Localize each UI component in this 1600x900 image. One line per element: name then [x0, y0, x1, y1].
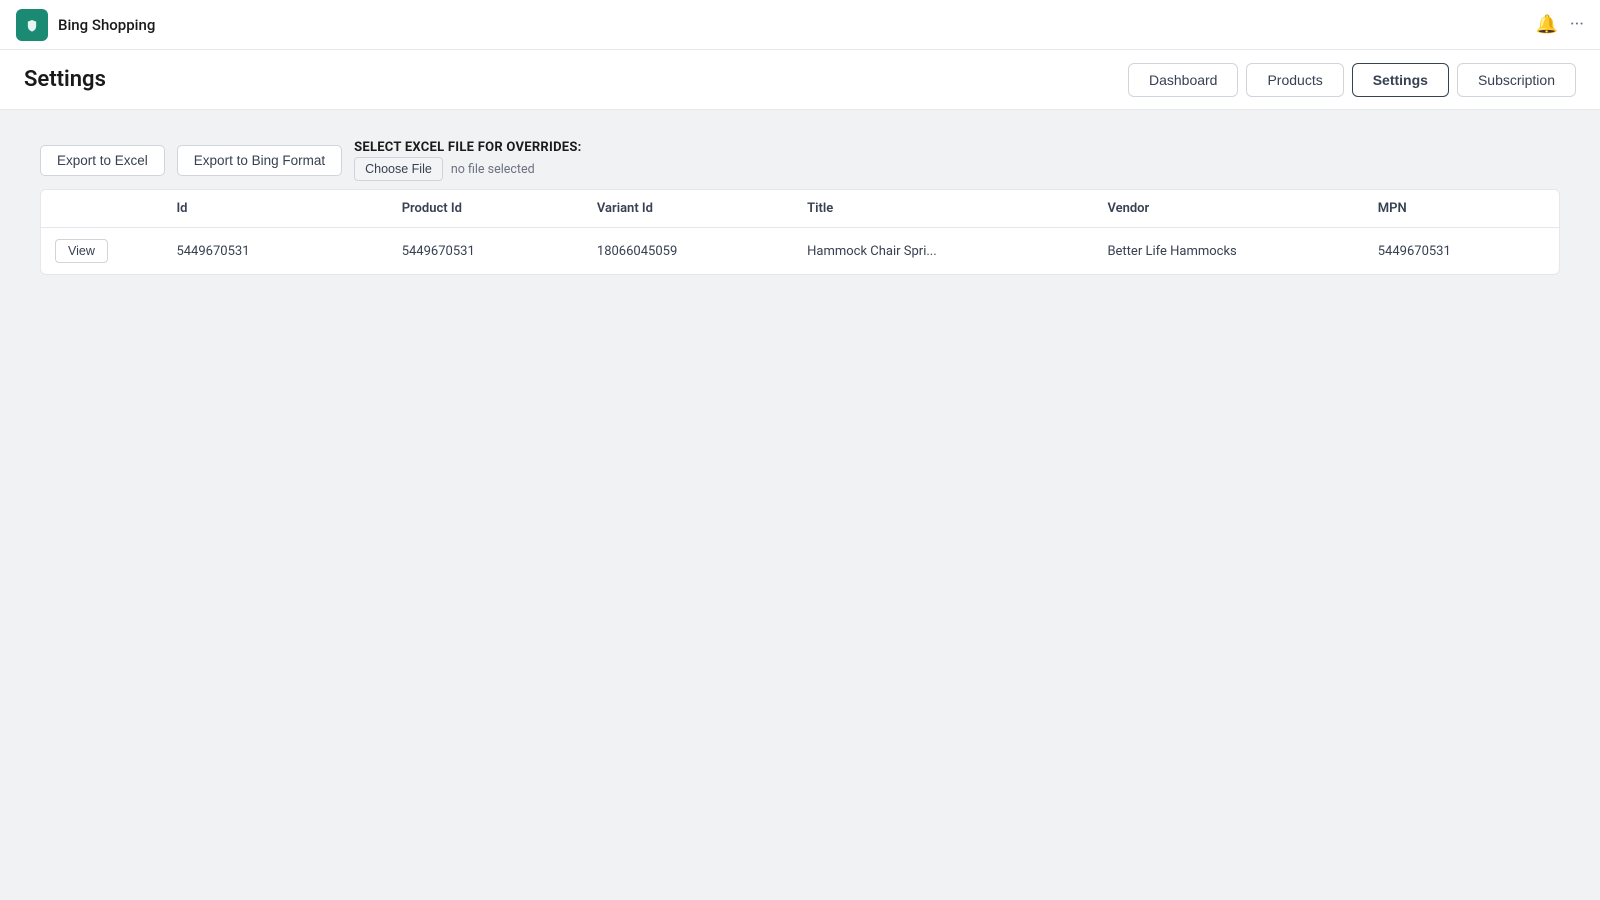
- row-mpn-cell: 5449670531: [1364, 228, 1559, 275]
- app-icon: [16, 9, 48, 41]
- page-title: Settings: [24, 67, 106, 92]
- header: Settings Dashboard Products Settings Sub…: [0, 50, 1600, 110]
- row-vendor-cell: Better Life Hammocks: [1093, 228, 1363, 275]
- file-upload-section: SELECT EXCEL FILE FOR OVERRIDES: Choose …: [354, 140, 581, 181]
- file-input-row: Choose File no file selected: [354, 157, 581, 181]
- row-id-cell: 5449670531: [162, 228, 387, 275]
- col-header-product-id: Product Id: [388, 190, 583, 228]
- row-action-cell: View: [41, 228, 162, 275]
- toolbar: Export to Excel Export to Bing Format SE…: [40, 140, 1560, 181]
- main-content: Export to Excel Export to Bing Format SE…: [0, 110, 1600, 305]
- topbar-left: Bing Shopping: [16, 9, 155, 41]
- nav-products[interactable]: Products: [1246, 63, 1343, 97]
- col-header-title: Title: [793, 190, 1093, 228]
- row-product-id-cell: 5449670531: [388, 228, 583, 275]
- app-title: Bing Shopping: [58, 16, 155, 34]
- export-excel-button[interactable]: Export to Excel: [40, 145, 165, 176]
- choose-file-button[interactable]: Choose File: [354, 157, 443, 181]
- row-title-cell: Hammock Chair Spri...: [793, 228, 1093, 275]
- nav-dashboard[interactable]: Dashboard: [1128, 63, 1239, 97]
- select-excel-label: SELECT EXCEL FILE FOR OVERRIDES:: [354, 140, 581, 155]
- table-row: View 5449670531 5449670531 18066045059 H…: [41, 228, 1559, 275]
- col-header-vendor: Vendor: [1093, 190, 1363, 228]
- products-table: Id Product Id Variant Id Title Vendor MP…: [41, 190, 1559, 274]
- file-status-text: no file selected: [451, 162, 535, 177]
- topbar-right: 🔔 ···: [1535, 14, 1584, 35]
- products-table-container: Id Product Id Variant Id Title Vendor MP…: [40, 189, 1560, 275]
- col-header-action: [41, 190, 162, 228]
- table-header-row: Id Product Id Variant Id Title Vendor MP…: [41, 190, 1559, 228]
- bell-icon[interactable]: 🔔: [1535, 14, 1557, 35]
- nav-buttons: Dashboard Products Settings Subscription: [1128, 63, 1576, 97]
- nav-subscription[interactable]: Subscription: [1457, 63, 1576, 97]
- col-header-id: Id: [162, 190, 387, 228]
- nav-settings[interactable]: Settings: [1352, 63, 1449, 97]
- topbar: Bing Shopping 🔔 ···: [0, 0, 1600, 50]
- col-header-variant-id: Variant Id: [583, 190, 793, 228]
- more-options-icon[interactable]: ···: [1570, 14, 1584, 35]
- row-variant-id-cell: 18066045059: [583, 228, 793, 275]
- col-header-mpn: MPN: [1364, 190, 1559, 228]
- export-bing-button[interactable]: Export to Bing Format: [177, 145, 342, 176]
- view-button[interactable]: View: [55, 239, 108, 263]
